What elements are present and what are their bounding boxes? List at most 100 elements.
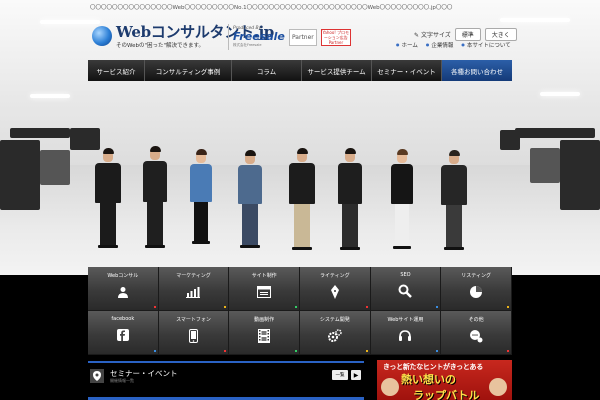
accent-dot [224, 306, 227, 308]
main-nav: サービス紹介 コンサルティング事例 コラム サービス提供チーム セミナー・イベン… [88, 60, 512, 81]
partner-badge[interactable]: Partner [288, 28, 317, 46]
bar-chart-icon [185, 284, 201, 300]
service-grid: Webコンサル マーケティング サイト制作 ライティング SEO リスティング [88, 267, 512, 355]
service-label: Webサイト運用 [387, 317, 424, 323]
window-icon [256, 284, 272, 300]
team-member [391, 149, 413, 249]
team-member [338, 148, 362, 250]
office-desk [560, 140, 600, 210]
seminar-list-button[interactable]: 一覧 [332, 370, 348, 380]
service-label: facebook [111, 316, 135, 322]
member-shoes [443, 247, 465, 250]
member-body [238, 165, 262, 205]
team-member [190, 149, 212, 244]
section-divider [88, 361, 364, 363]
member-legs [293, 203, 311, 247]
member-legs [99, 203, 117, 245]
service-other[interactable]: その他 [441, 311, 512, 355]
magnifier-icon [397, 283, 413, 299]
member-body [391, 164, 413, 204]
office-desk [515, 128, 595, 138]
accent-dot [365, 306, 368, 308]
member-shoes [97, 245, 119, 248]
accent-dot [365, 350, 368, 352]
member-body [289, 163, 315, 204]
rap-battle-banner[interactable]: きっと新たなヒントがきっとある 熱い想いの ラップバトル [377, 360, 512, 400]
team-member [289, 148, 315, 250]
bubbles-icon [468, 328, 484, 344]
nav-seminar[interactable]: セミナー・イベント [372, 60, 442, 81]
top-strip-text: 〇〇〇〇〇〇〇〇〇〇〇〇〇〇〇Web〇〇〇〇〇〇〇〇〇No.1〇〇〇〇〇〇〇〇〇… [90, 5, 453, 11]
nav-consulting-cases[interactable]: コンサルティング事例 [145, 60, 232, 81]
home-link[interactable]: ホーム [396, 41, 418, 49]
service-video[interactable]: 動画制作 [229, 311, 300, 355]
member-shoes [145, 245, 165, 248]
smartphone-icon [185, 328, 201, 344]
accent-dot [153, 306, 156, 308]
service-system-development[interactable]: システム開発 [299, 311, 371, 355]
ceiling [0, 0, 600, 110]
service-writing[interactable]: ライティング [299, 267, 371, 311]
service-label: サイト制作 [251, 273, 277, 279]
font-large-button[interactable]: 大きく [484, 28, 517, 41]
service-label: システム開発 [319, 317, 350, 323]
ceiling-light [40, 20, 100, 24]
freesale-logo[interactable]: Produced By Freesale 株式会社Freesale [233, 26, 285, 48]
member-legs [394, 204, 410, 246]
member-hair [102, 148, 114, 154]
nav-services[interactable]: サービス紹介 [88, 60, 145, 81]
service-smartphone[interactable]: スマートフォン [158, 311, 230, 355]
freesale-name: Freesale [233, 30, 285, 43]
service-label: スマートフォン [176, 317, 211, 323]
font-size-label: ✎ 文字サイズ [414, 32, 451, 39]
yahoo-partner-badge[interactable]: Yahoo! プロモーション広告 Partner [320, 28, 351, 46]
member-legs [445, 205, 463, 247]
company-link[interactable]: 企業情報 [426, 41, 453, 49]
team-member [441, 150, 467, 250]
office-desk [0, 140, 40, 210]
service-marketing[interactable]: マーケティング [158, 267, 230, 311]
team-member [238, 150, 262, 248]
nav-contact[interactable]: 各種お問い合わせ [442, 60, 512, 81]
freesale-tag: 株式会社Freesale [233, 43, 262, 47]
service-label: マーケティング [176, 273, 211, 279]
ceiling-light [500, 18, 570, 22]
headset-icon [397, 328, 413, 344]
service-seo[interactable]: SEO [370, 267, 442, 311]
service-label: ライティング [320, 273, 350, 279]
member-legs [242, 204, 258, 245]
member-legs [342, 203, 358, 247]
member-body [441, 165, 467, 205]
member-body [143, 161, 167, 202]
seminar-next-button[interactable]: ▶ [351, 370, 361, 380]
about-site-link[interactable]: 本サイトについて [461, 41, 511, 49]
member-hair [344, 148, 356, 154]
nav-column[interactable]: コラム [232, 60, 302, 81]
service-website-operation[interactable]: Webサイト運用 [370, 311, 442, 355]
service-web-consulting[interactable]: Webコンサル [88, 267, 159, 311]
accent-dot [506, 306, 509, 308]
logo-icon [92, 26, 112, 46]
top-strip: 〇〇〇〇〇〇〇〇〇〇〇〇〇〇〇Web〇〇〇〇〇〇〇〇〇No.1〇〇〇〇〇〇〇〇〇… [0, 0, 600, 12]
accent-dot [224, 350, 227, 352]
service-label: SEO [400, 272, 411, 278]
film-icon [256, 328, 272, 344]
seminar-section: セミナー・イベント 開催情報一覧 一覧 ▶ [88, 364, 364, 394]
font-size-control: ✎ 文字サイズ 標準 大きく [414, 28, 517, 41]
member-hair [448, 150, 460, 156]
seminar-subtitle: 開催情報一覧 [110, 378, 134, 383]
service-listing[interactable]: リスティング [441, 267, 512, 311]
accent-dot [294, 350, 297, 352]
accent-dot [436, 350, 439, 352]
member-hair [396, 149, 408, 155]
person-icon [115, 284, 131, 300]
service-site-production[interactable]: サイト制作 [229, 267, 300, 311]
partner-logos: Produced By Freesale 株式会社Freesale Partne… [228, 24, 351, 50]
accent-dot [436, 306, 439, 308]
service-facebook[interactable]: facebook [88, 311, 159, 355]
member-hair [195, 149, 207, 155]
font-standard-button[interactable]: 標準 [454, 28, 481, 41]
member-legs [193, 202, 209, 241]
nav-team[interactable]: サービス提供チーム [302, 60, 372, 81]
member-hair [296, 148, 308, 154]
